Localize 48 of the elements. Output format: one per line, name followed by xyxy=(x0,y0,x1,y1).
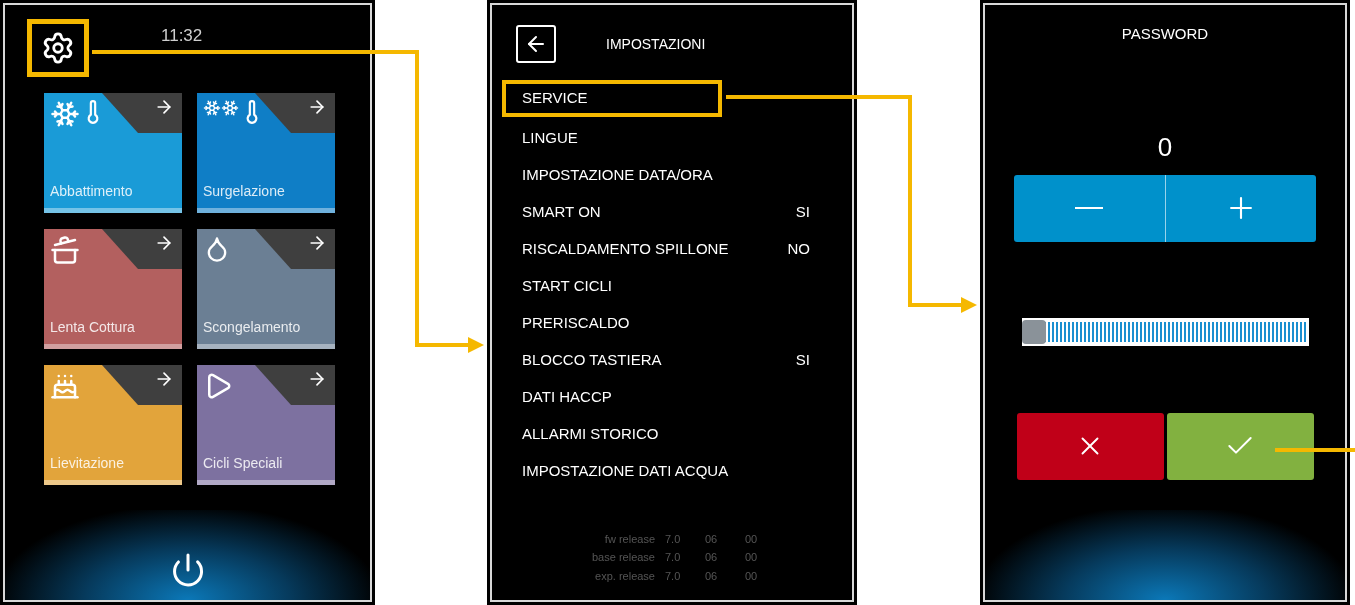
screen-title: PASSWORD xyxy=(1121,24,1209,44)
settings-item[interactable]: IMPOSTAZIONE DATA/ORA xyxy=(502,157,830,194)
tile-label: Lievitazione xyxy=(50,454,125,473)
settings-item[interactable]: ALLARMI STORICO xyxy=(502,416,830,453)
release-label: exp. release xyxy=(594,568,656,584)
program-tile[interactable]: Lenta Cottura xyxy=(44,229,182,349)
settings-item[interactable]: SERVICE xyxy=(502,80,722,117)
settings-item[interactable]: START CICLI xyxy=(502,268,830,305)
tile-label: Lenta Cottura xyxy=(50,318,136,337)
release-label: base release xyxy=(591,550,656,565)
settings-item[interactable]: LINGUE xyxy=(502,120,830,157)
confirm-button[interactable] xyxy=(1166,412,1314,480)
release-number: 06 xyxy=(705,550,719,565)
release-label: fw release xyxy=(603,531,656,547)
setting-value: SI xyxy=(795,350,810,371)
release-number: 06 xyxy=(705,531,719,547)
settings-button[interactable] xyxy=(27,19,89,77)
minus-icon xyxy=(1075,207,1104,209)
screen-title: IMPOSTAZIONI xyxy=(606,34,706,54)
settings-icon xyxy=(41,31,75,65)
settings-item[interactable]: RISCALDAMENTO SPILLONE NO xyxy=(502,231,830,268)
settings-item[interactable]: DATI HACCP xyxy=(502,379,830,416)
settings-item[interactable]: SMART ON SI xyxy=(502,194,830,231)
cooking-pot-icon xyxy=(50,235,80,265)
program-tile[interactable]: Cicli Speciali xyxy=(197,365,335,485)
release-number: 7.0 xyxy=(665,531,682,547)
tile-label: Scongelamento xyxy=(203,318,302,337)
release-number: 00 xyxy=(745,568,759,584)
settings-item[interactable]: BLOCCO TASTIERA SI xyxy=(502,342,830,379)
tile-label: Cicli Speciali xyxy=(203,454,284,473)
setting-value: NO xyxy=(787,239,810,260)
value-slider[interactable] xyxy=(1021,317,1309,346)
program-tile[interactable]: Surgelazione xyxy=(197,93,335,213)
tile-label: Abbattimento xyxy=(50,182,134,201)
slider-thumb[interactable] xyxy=(1021,319,1046,344)
release-number: 7.0 xyxy=(665,550,682,565)
program-tile[interactable]: Scongelamento xyxy=(197,229,335,349)
password-value: 0 xyxy=(1157,130,1173,164)
release-number: 00 xyxy=(745,550,759,565)
tile-label: Surgelazione xyxy=(203,182,286,201)
clock-time: 11:32 xyxy=(161,27,203,44)
settings-item[interactable]: PRERISCALDO xyxy=(502,305,830,342)
settings-item[interactable]: IMPOSTAZIONE DATI ACQUA xyxy=(502,453,830,490)
release-number: 7.0 xyxy=(665,568,682,584)
setting-value: SI xyxy=(795,202,810,223)
release-number: 06 xyxy=(705,568,719,584)
back-button[interactable] xyxy=(516,25,556,63)
release-number: 00 xyxy=(745,531,759,547)
